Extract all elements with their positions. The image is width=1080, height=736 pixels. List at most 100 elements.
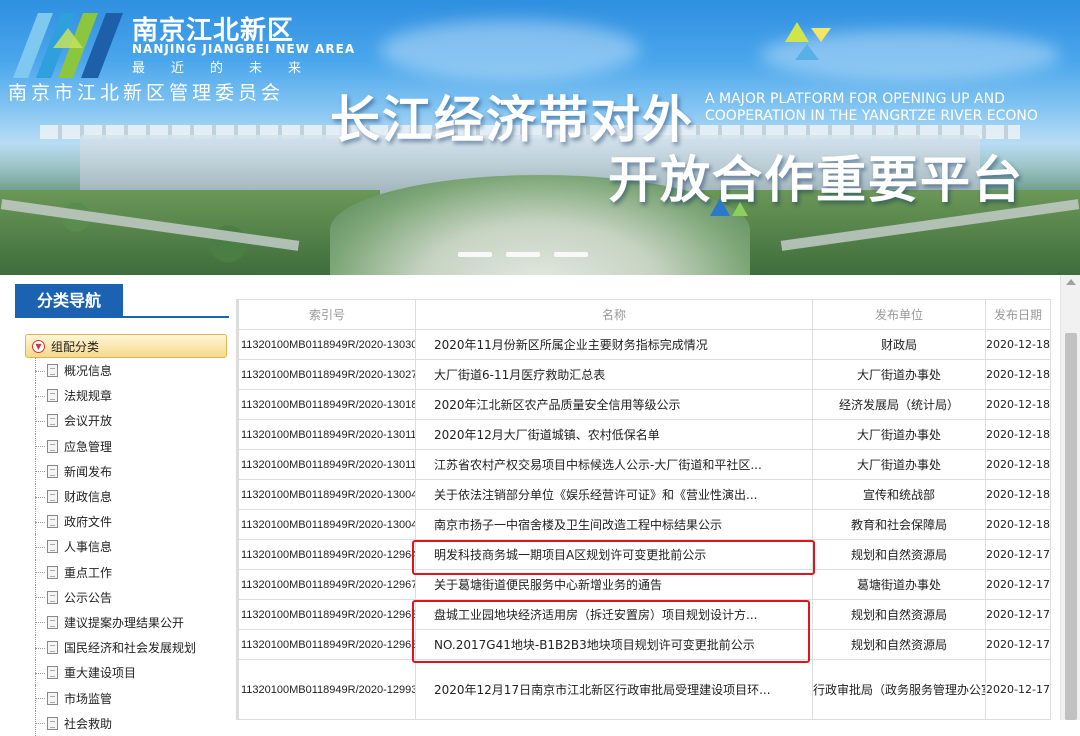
collapse-toggle-icon[interactable]: ▼ — [32, 339, 45, 353]
header-banner: 南京江北新区 NANJING JIANGBEI NEW AREA 最近的未来 南… — [0, 0, 1080, 275]
cell-publisher: 财政局 — [812, 329, 986, 360]
column-header-unit: 发布单位 — [812, 299, 986, 330]
sidebar-item[interactable]: 政府文件 — [35, 509, 229, 535]
sidebar-item[interactable]: 重大建设项目 — [35, 660, 229, 686]
table-row[interactable]: 11320100MB0118949R/2020-130187 2020年江北新区农… — [238, 389, 1051, 420]
cell-document-title-link[interactable]: 2020年11月份新区所属企业主要财务指标完成情况 — [415, 329, 813, 360]
sidebar-item-label: 重大建设项目 — [64, 666, 137, 681]
document-icon — [47, 615, 58, 629]
sidebar-item-label: 政府文件 — [64, 515, 113, 530]
cell-document-title-link[interactable]: 关于依法注销部分单位《娱乐经营许可证》和《营业性演出... — [415, 479, 813, 510]
cell-publisher: 大厂街道办事处 — [812, 419, 986, 450]
cell-document-title-link[interactable]: 大厂街道6-11月医疗救助汇总表 — [415, 359, 813, 390]
document-icon — [47, 439, 58, 453]
cell-publish-date: 2020-12-18 — [985, 359, 1051, 390]
sidebar-item[interactable]: 会议开放 — [35, 408, 229, 434]
cell-publish-date: 2020-12-18 — [985, 449, 1051, 480]
document-icon — [47, 590, 58, 604]
cell-document-title-link[interactable]: NO.2017G41地块-B1B2B3地块项目规划许可变更批前公示 — [415, 629, 813, 660]
scroll-up-arrow-icon[interactable] — [1066, 279, 1076, 285]
sidebar-item[interactable]: 新闻发布 — [35, 458, 229, 485]
table-row[interactable]: 11320100MB0118949R/2020-130048 关于依法注销部分单位… — [238, 479, 1051, 510]
cell-index-number: 11320100MB0118949R/2020-130300 — [238, 329, 416, 360]
sidebar-item-label: 重点工作 — [64, 565, 113, 580]
table-row[interactable]: 11320100MB0118949R/2020-129642 明发科技商务城一期项… — [238, 539, 1051, 570]
cell-publisher: 规划和自然资源局 — [812, 599, 986, 630]
cell-index-number: 11320100MB0118949R/2020-129642 — [238, 539, 416, 570]
sidebar-item[interactable]: 财政信息 — [35, 483, 229, 510]
cell-publisher: 大厂街道办事处 — [812, 359, 986, 390]
triangle-decoration-icon — [785, 22, 831, 60]
table-row[interactable]: 11320100MB0118949R/2020-129639 盘城工业园地块经济适… — [238, 599, 1051, 630]
sidebar-item-label: 概况信息 — [64, 364, 113, 379]
table-row[interactable]: 11320100MB0118949R/2020-129672 关于葛塘街道便民服务… — [238, 569, 1051, 600]
sidebar-item[interactable]: 应急管理 — [35, 433, 229, 459]
document-icon — [47, 641, 58, 655]
table-row[interactable]: 11320100MB0118949R/2020-129632 NO.2017G41… — [238, 629, 1051, 660]
cell-index-number: 11320100MB0118949R/2020-130187 — [238, 389, 416, 420]
cell-publish-date: 2020-12-17 — [985, 599, 1051, 630]
cell-document-title-link[interactable]: 2020年12月17日南京市江北新区行政审批局受理建设项目环... — [415, 659, 813, 720]
cell-document-title-link[interactable]: 江苏省农村产权交易项目中标候选人公示-大厂街道和平社区... — [415, 449, 813, 480]
cell-index-number: 11320100MB0118949R/2020-130277 — [238, 359, 416, 390]
table-row[interactable]: 11320100MB0118949R/2020-130277 大厂街道6-11月医… — [238, 359, 1051, 390]
carousel-dot[interactable] — [554, 252, 588, 257]
cell-document-title-link[interactable]: 明发科技商务城一期项目A区规划许可变更批前公示 — [415, 539, 813, 570]
document-icon — [47, 691, 58, 705]
tree-group-zupei[interactable]: ▼ 组配分类 — [25, 334, 227, 358]
sidebar-item-label: 公示公告 — [64, 590, 113, 605]
document-icon — [47, 515, 58, 529]
cell-document-title-link[interactable]: 2020年12月大厂街道城镇、农村低保名单 — [415, 419, 813, 450]
organization-name: 南京市江北新区管理委员会 — [8, 82, 285, 104]
table-row[interactable]: 11320100MB0118949R/2020-130115 2020年12月大厂… — [238, 419, 1051, 450]
triangle-decoration-icon — [710, 198, 748, 216]
document-icon — [47, 490, 58, 504]
cell-publish-date: 2020-12-18 — [985, 389, 1051, 420]
document-icon — [47, 666, 58, 680]
table-row[interactable]: 11320100MB0118949R/2020-129937 2020年12月17… — [238, 659, 1051, 720]
cell-publisher: 宣传和统战部 — [812, 479, 986, 510]
cell-publisher: 教育和社会保障局 — [812, 509, 986, 540]
cell-publisher: 规划和自然资源局 — [812, 629, 986, 660]
cell-document-title-link[interactable]: 盘城工业园地块经济适用房（拆迁安置房）项目规划设计方... — [415, 599, 813, 630]
cell-publisher: 大厂街道办事处 — [812, 449, 986, 480]
jiangbei-logo-icon[interactable] — [8, 8, 128, 78]
cell-document-title-link[interactable]: 关于葛塘街道便民服务中心新增业务的通告 — [415, 569, 813, 600]
sidebar-item[interactable]: 国民经济和社会发展规划 — [35, 635, 229, 661]
sidebar-item-label: 社会救助 — [64, 716, 113, 731]
document-icon — [47, 565, 58, 579]
headline-en-line1: A MAJOR PLATFORM FOR OPENING UP AND — [705, 91, 1005, 107]
cell-index-number: 11320100MB0118949R/2020-129639 — [238, 599, 416, 630]
sidebar-header: 分类导航 — [15, 284, 229, 318]
sidebar-title: 分类导航 — [15, 284, 123, 318]
sidebar-item-label: 新闻发布 — [64, 464, 113, 479]
sidebar-item[interactable]: 社会救助 — [35, 710, 229, 736]
table-header-row: 索引号 名称 发布单位 发布日期 — [238, 299, 1051, 330]
document-icon — [47, 364, 58, 378]
sidebar-item[interactable]: 重点工作 — [35, 559, 229, 585]
sidebar-item[interactable]: 人事信息 — [35, 534, 229, 560]
cell-publish-date: 2020-12-17 — [985, 569, 1051, 600]
table-row[interactable]: 11320100MB0118949R/2020-130114 江苏省农村产权交易项… — [238, 449, 1051, 480]
table-row[interactable]: 11320100MB0118949R/2020-130043 南京市扬子一中宿舍楼… — [238, 509, 1051, 540]
cell-index-number: 11320100MB0118949R/2020-129632 — [238, 629, 416, 660]
sidebar-item[interactable]: 公示公告 — [35, 584, 229, 611]
cell-index-number: 11320100MB0118949R/2020-129672 — [238, 569, 416, 600]
sidebar-item[interactable]: 建议提案办理结果公开 — [35, 609, 229, 636]
carousel-dot[interactable] — [458, 252, 492, 257]
table-row[interactable]: 11320100MB0118949R/2020-130300 2020年11月份新… — [238, 329, 1051, 360]
sidebar-item[interactable]: 概况信息 — [35, 358, 229, 384]
cell-document-title-link[interactable]: 南京市扬子一中宿舍楼及卫生间改造工程中标结果公示 — [415, 509, 813, 540]
cell-publisher: 规划和自然资源局 — [812, 539, 986, 570]
cell-document-title-link[interactable]: 2020年江北新区农产品质量安全信用等级公示 — [415, 389, 813, 420]
category-tree-list: 概况信息法规规章 会议开放 应急管理新闻发布财政信息政府文件人事信息重点工作公示公告… — [35, 358, 229, 736]
vertical-scrollbar[interactable] — [1060, 275, 1080, 720]
carousel-dot[interactable] — [506, 252, 540, 257]
sidebar-item[interactable]: 市场监管 — [35, 685, 229, 711]
cell-publish-date: 2020-12-18 — [985, 329, 1051, 360]
document-icon — [47, 540, 58, 554]
sidebar-item[interactable]: 法规规章 — [35, 383, 229, 409]
banner-headline-line2: 开放合作重要平台 — [608, 151, 1024, 209]
document-table: 索引号 名称 发布单位 发布日期 11320100MB0118949R/2020… — [238, 299, 1051, 720]
scroll-thumb[interactable] — [1065, 333, 1077, 720]
